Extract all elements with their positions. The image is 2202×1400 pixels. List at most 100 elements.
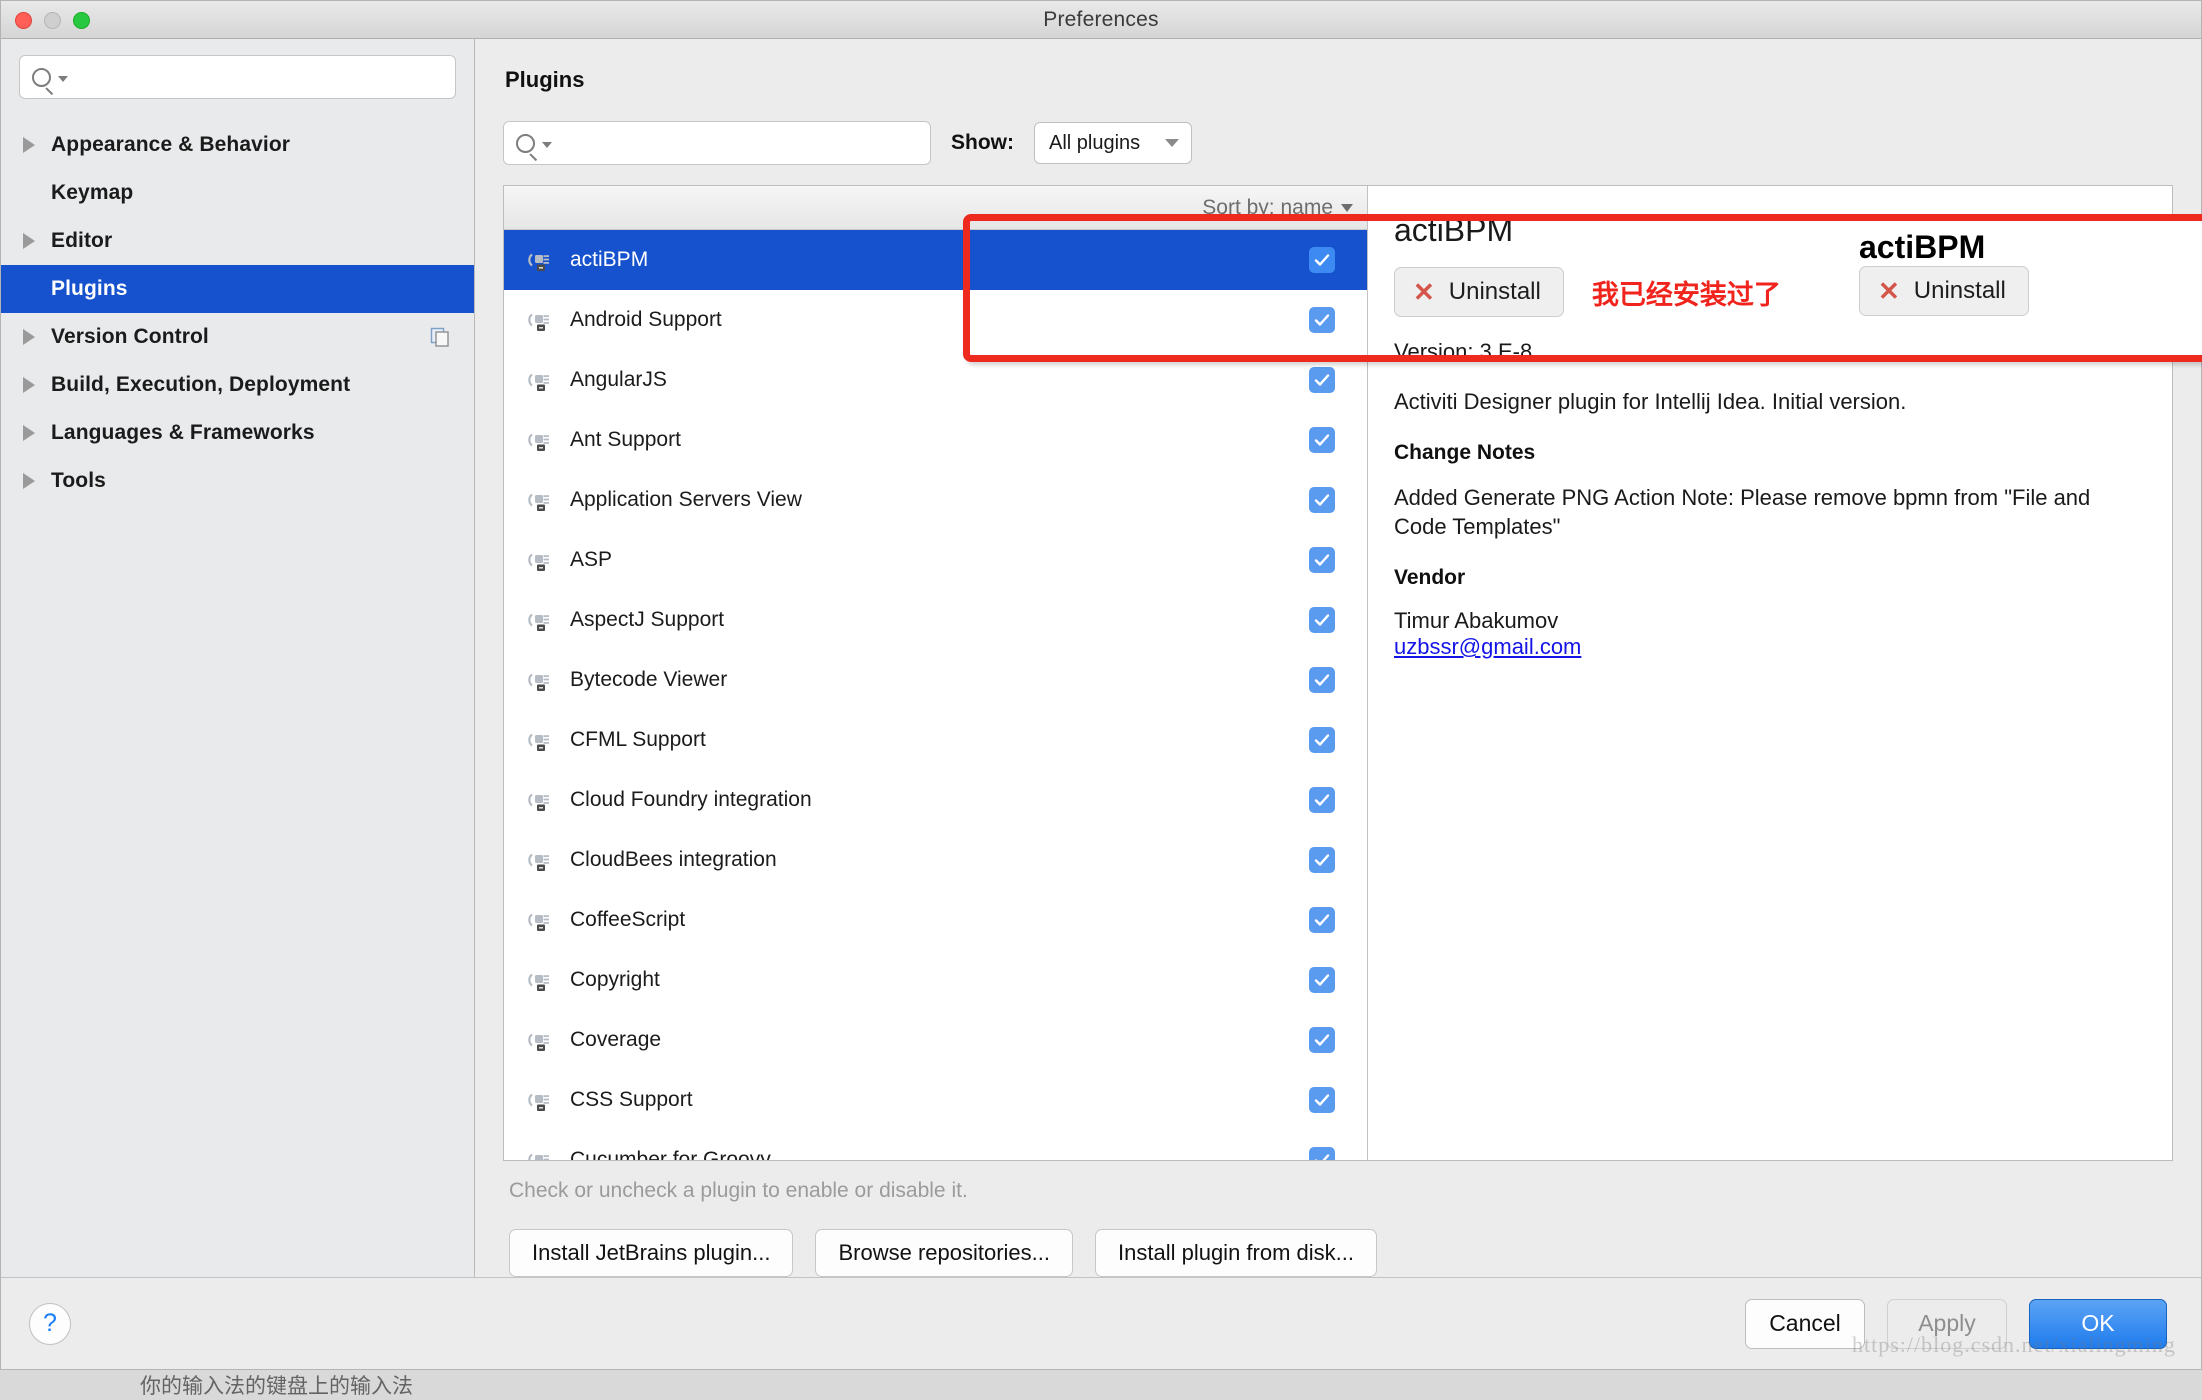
plugin-enabled-checkbox[interactable] bbox=[1309, 307, 1335, 333]
sidebar-item-languages-frameworks[interactable]: Languages & Frameworks bbox=[1, 409, 474, 457]
page-title: Plugins bbox=[505, 67, 585, 92]
copy-settings-icon[interactable] bbox=[430, 327, 450, 347]
plugin-list-item[interactable]: Cucumber for Groovy bbox=[504, 1130, 1367, 1160]
sidebar-item-appearance-behavior[interactable]: Appearance & Behavior bbox=[1, 121, 474, 169]
sidebar-item-keymap[interactable]: Keymap bbox=[1, 169, 474, 217]
install-button-0[interactable]: Install JetBrains plugin... bbox=[509, 1229, 794, 1277]
title-bar: Preferences bbox=[1, 1, 2201, 39]
uninstall-button[interactable]: ✕ Uninstall bbox=[1394, 267, 1564, 317]
plugin-name: Ant Support bbox=[570, 428, 681, 451]
dialog-action-buttons: Cancel Apply OK bbox=[1745, 1298, 2167, 1349]
sidebar-item-plugins[interactable]: Plugins bbox=[1, 265, 474, 313]
plugin-list-header: Sort by: name bbox=[504, 186, 1367, 230]
plugin-list-item[interactable]: CSS Support bbox=[504, 1070, 1367, 1130]
help-button[interactable]: ? bbox=[29, 1302, 71, 1345]
plugin-icon bbox=[528, 1153, 549, 1160]
apply-button[interactable]: Apply bbox=[1887, 1298, 2007, 1349]
plugin-enabled-checkbox[interactable] bbox=[1309, 787, 1335, 813]
sidebar-item-build-execution-deployment[interactable]: Build, Execution, Deployment bbox=[1, 361, 474, 409]
plugin-list-item[interactable]: ASP bbox=[504, 530, 1367, 590]
watermark-bottom-text: 你的输入法的键盘上的输入法 bbox=[140, 1374, 413, 1398]
plugin-list-item[interactable]: Android Support bbox=[504, 290, 1367, 350]
overlay-uninstall-button[interactable]: ✕ Uninstall bbox=[1859, 266, 2029, 316]
minimize-button[interactable] bbox=[44, 12, 61, 29]
settings-nav-list: Appearance & Behavior Keymap Editor Plugins… bbox=[1, 121, 474, 505]
plugin-enabled-checkbox[interactable] bbox=[1309, 727, 1335, 753]
plugin-list-item[interactable]: Coverage bbox=[504, 1010, 1367, 1070]
preferences-window: Preferences Appearance & Behavior Keymap E… bbox=[0, 0, 2202, 1370]
plugin-list-item[interactable]: AngularJS bbox=[504, 350, 1367, 410]
plugin-enabled-checkbox[interactable] bbox=[1309, 427, 1335, 453]
plugin-list[interactable]: actiBPM Android Support AngularJS Ant Suppo… bbox=[504, 230, 1367, 1160]
window-controls bbox=[15, 12, 90, 29]
plugin-icon bbox=[528, 493, 549, 511]
chevron-right-icon[interactable] bbox=[23, 329, 35, 345]
sidebar-item-label: Languages & Frameworks bbox=[51, 421, 315, 444]
plugin-name: Coverage bbox=[570, 1028, 662, 1051]
plugins-toolbar: Show: All plugins bbox=[503, 121, 2173, 165]
plugin-search-box[interactable] bbox=[503, 121, 931, 165]
sidebar-item-label: Build, Execution, Deployment bbox=[51, 373, 351, 396]
plugin-enabled-checkbox[interactable] bbox=[1309, 487, 1335, 513]
plugin-enabled-checkbox[interactable] bbox=[1309, 1027, 1335, 1053]
sidebar-item-label: Plugins bbox=[51, 277, 128, 300]
sidebar-item-label: Appearance & Behavior bbox=[51, 133, 291, 156]
plugin-enabled-checkbox[interactable] bbox=[1309, 1087, 1335, 1113]
plugin-name: Bytecode Viewer bbox=[570, 668, 728, 691]
sort-by-label: Sort by: name bbox=[1202, 195, 1333, 219]
plugin-enabled-checkbox[interactable] bbox=[1309, 607, 1335, 633]
window-body: Appearance & Behavior Keymap Editor Plugins… bbox=[1, 39, 2202, 1277]
plugin-list-item[interactable]: CloudBees integration bbox=[504, 830, 1367, 890]
plugin-list-item[interactable]: actiBPM bbox=[504, 230, 1367, 290]
sidebar-item-editor[interactable]: Editor bbox=[1, 217, 474, 265]
plugin-icon bbox=[528, 1033, 549, 1051]
plugin-enabled-checkbox[interactable] bbox=[1309, 247, 1335, 273]
plugin-list-item[interactable]: Bytecode Viewer bbox=[504, 650, 1367, 710]
vendor-email-link[interactable]: uzbssr@gmail.com bbox=[1394, 634, 2142, 660]
ok-button[interactable]: OK bbox=[2029, 1298, 2167, 1349]
sidebar-search-box[interactable] bbox=[19, 55, 456, 99]
plugin-list-item[interactable]: AspectJ Support bbox=[504, 590, 1367, 650]
sort-by-dropdown[interactable]: Sort by: name bbox=[1202, 196, 1353, 220]
plugin-enabled-checkbox[interactable] bbox=[1309, 367, 1335, 393]
plugin-name: Copyright bbox=[570, 968, 660, 991]
plugin-name: Application Servers View bbox=[570, 488, 802, 511]
plugin-icon bbox=[528, 613, 549, 631]
plugin-list-item[interactable]: CFML Support bbox=[504, 710, 1367, 770]
plugin-enabled-checkbox[interactable] bbox=[1309, 667, 1335, 693]
chevron-right-icon[interactable] bbox=[23, 137, 35, 153]
show-filter-dropdown[interactable]: All plugins bbox=[1034, 122, 1192, 164]
plugin-description: Activiti Designer plugin for Intellij Id… bbox=[1394, 389, 1907, 414]
plugin-icon bbox=[528, 373, 549, 391]
install-button-2[interactable]: Install plugin from disk... bbox=[1095, 1229, 1377, 1277]
plugin-enabled-checkbox[interactable] bbox=[1309, 1147, 1335, 1160]
close-button[interactable] bbox=[15, 12, 32, 29]
chevron-right-icon[interactable] bbox=[23, 377, 35, 393]
plugin-list-item[interactable]: Cloud Foundry integration bbox=[504, 770, 1367, 830]
plugin-name: CoffeeScript bbox=[570, 908, 686, 931]
cancel-button[interactable]: Cancel bbox=[1745, 1298, 1865, 1349]
plugin-list-item[interactable]: CoffeeScript bbox=[504, 890, 1367, 950]
plugin-icon bbox=[528, 853, 549, 871]
plugin-enabled-checkbox[interactable] bbox=[1309, 847, 1335, 873]
plugin-search-input[interactable] bbox=[562, 132, 918, 154]
chevron-right-icon[interactable] bbox=[23, 425, 35, 441]
install-buttons-row: Install JetBrains plugin... Browse reposi… bbox=[509, 1229, 2173, 1277]
sidebar-item-version-control[interactable]: Version Control bbox=[1, 313, 474, 361]
plugin-enabled-checkbox[interactable] bbox=[1309, 907, 1335, 933]
search-icon bbox=[516, 133, 552, 153]
chevron-right-icon[interactable] bbox=[23, 233, 35, 249]
chevron-right-icon[interactable] bbox=[23, 473, 35, 489]
plugin-list-item[interactable]: Ant Support bbox=[504, 410, 1367, 470]
plugin-enabled-checkbox[interactable] bbox=[1309, 967, 1335, 993]
plugin-enabled-checkbox[interactable] bbox=[1309, 547, 1335, 573]
plugin-list-item[interactable]: Application Servers View bbox=[504, 470, 1367, 530]
uninstall-button-label: Uninstall bbox=[1448, 278, 1541, 305]
sidebar-search-input[interactable] bbox=[78, 66, 443, 88]
plugin-icon bbox=[528, 313, 549, 331]
maximize-button[interactable] bbox=[73, 12, 90, 29]
plugin-name: AspectJ Support bbox=[570, 608, 725, 631]
sidebar-item-tools[interactable]: Tools bbox=[1, 457, 474, 505]
install-button-1[interactable]: Browse repositories... bbox=[815, 1229, 1073, 1277]
plugin-list-item[interactable]: Copyright bbox=[504, 950, 1367, 1010]
